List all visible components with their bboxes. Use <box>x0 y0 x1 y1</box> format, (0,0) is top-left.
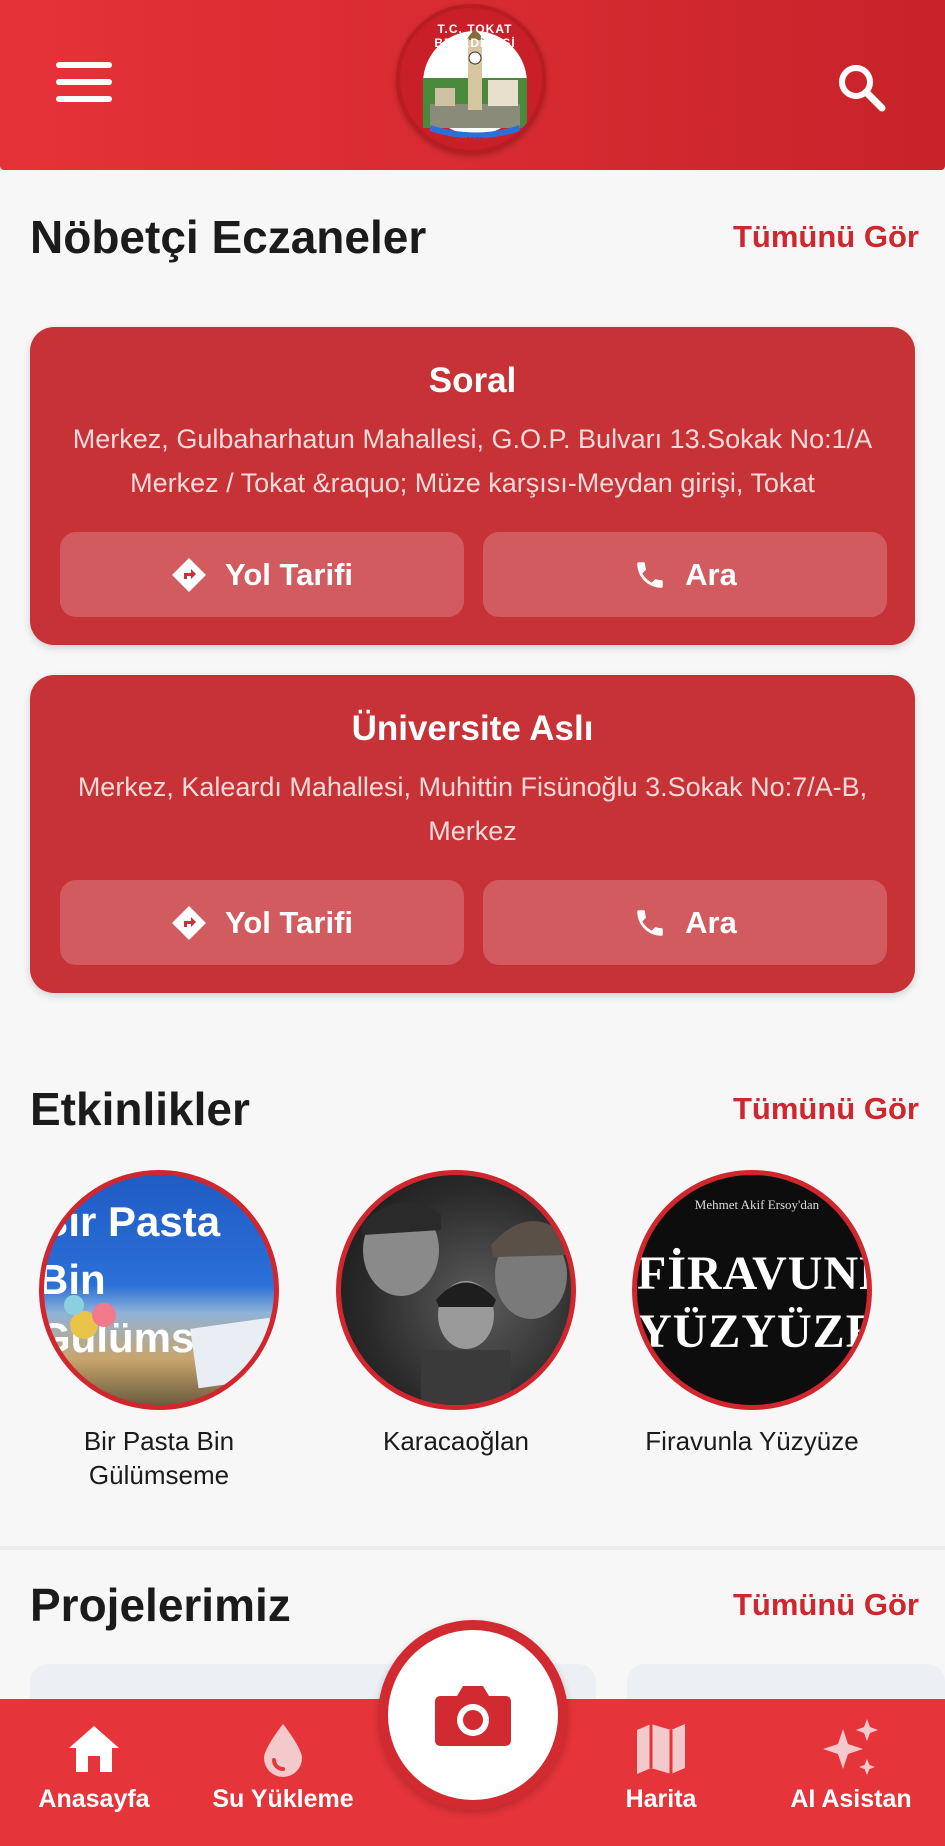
directions-button[interactable]: Yol Tarifi <box>60 880 464 965</box>
projects-title: Projelerimiz <box>30 1579 291 1631</box>
event-item[interactable]: Mehmet Akif Ersoy'dan FİRAVUNLA YÜZYÜZE … <box>632 1170 872 1458</box>
phone-icon <box>637 561 663 588</box>
call-button[interactable]: Ara <box>483 880 887 965</box>
events-see-all-link[interactable]: Tümünü Gör <box>733 1091 919 1127</box>
pharmacy-card: Soral Merkez, Gulbaharhatun Mahallesi, G… <box>30 327 915 645</box>
directions-icon <box>172 905 206 940</box>
pharmacy-card: Üniversite Aslı Merkez, Kaleardı Mahalle… <box>30 675 915 993</box>
hamburger-menu-icon[interactable] <box>56 62 112 104</box>
nav-label: Su Yükleme <box>212 1785 354 1813</box>
pharmacies-see-all-link[interactable]: Tümünü Gör <box>733 219 919 255</box>
pharmacy-name: Üniversite Aslı <box>351 709 594 748</box>
directions-label: Yol Tarifi <box>224 904 354 940</box>
pharmacies-title: Nöbetçi Eczaneler <box>30 211 427 263</box>
water-drop-icon <box>198 1719 368 1779</box>
call-label: Ara <box>685 904 737 940</box>
pharmacy-name: Soral <box>428 361 517 400</box>
app-header: T.C. TOKAT BELEDİYESİ 1870 <box>0 0 945 170</box>
map-icon <box>576 1719 746 1779</box>
directions-label: Yol Tarifi <box>224 556 354 592</box>
event-item[interactable]: Karacaoğlan <box>336 1170 576 1458</box>
directions-button[interactable]: Yol Tarifi <box>60 532 464 617</box>
events-title: Etkinlikler <box>30 1083 250 1135</box>
pharmacy-address: Merkez, Kaleardı Mahallesi, Muhittin Fis… <box>77 772 868 846</box>
nav-item-home[interactable]: Anasayfa <box>9 1719 179 1814</box>
logo-year: 1870 <box>466 136 484 145</box>
nav-item-map[interactable]: Harita <box>576 1719 746 1814</box>
nav-label: Harita <box>625 1785 697 1813</box>
projects-see-all-link[interactable]: Tümünü Gör <box>733 1587 919 1623</box>
camera-button[interactable] <box>378 1620 568 1810</box>
section-divider <box>0 1546 945 1550</box>
nav-label: Anasayfa <box>38 1785 150 1813</box>
call-button[interactable]: Ara <box>483 532 887 617</box>
logo-text: T.C. TOKAT BELEDİYESİ <box>434 22 516 50</box>
nav-item-water[interactable]: Su Yükleme <box>198 1719 368 1814</box>
call-label: Ara <box>685 556 737 592</box>
phone-icon <box>637 909 663 936</box>
directions-icon <box>172 557 206 592</box>
event-label: Firavunla Yüzyüze <box>645 1426 859 1456</box>
event-poster-text: FİRAVUNLA YÜZYÜZE <box>637 1247 872 1358</box>
pharmacy-address: Merkez, Gulbaharhatun Mahallesi, G.O.P. … <box>72 424 873 498</box>
event-poster-subtitle: Mehmet Akif Ersoy'dan <box>694 1197 820 1212</box>
home-icon <box>9 1719 179 1779</box>
camera-icon <box>435 1686 511 1746</box>
nav-item-ai-assistant[interactable]: AI Asistan <box>766 1719 936 1814</box>
event-label: Karacaoğlan <box>383 1426 529 1456</box>
nav-label: AI Asistan <box>790 1785 912 1813</box>
event-label: Bir Pasta Bin Gülümseme <box>83 1426 235 1490</box>
search-icon[interactable] <box>832 58 892 118</box>
sparkles-icon <box>766 1719 936 1779</box>
event-item[interactable]: Bir Pasta Bin Gülümseme Bir Pasta Bin Gü… <box>39 1170 279 1492</box>
event-poster[interactable]: Bir Pasta Bin Gülümseme <box>39 1170 279 1410</box>
event-poster[interactable]: Mehmet Akif Ersoy'dan FİRAVUNLA YÜZYÜZE <box>632 1170 872 1410</box>
event-poster[interactable] <box>336 1170 576 1410</box>
municipality-logo[interactable]: T.C. TOKAT BELEDİYESİ 1870 <box>396 4 546 154</box>
